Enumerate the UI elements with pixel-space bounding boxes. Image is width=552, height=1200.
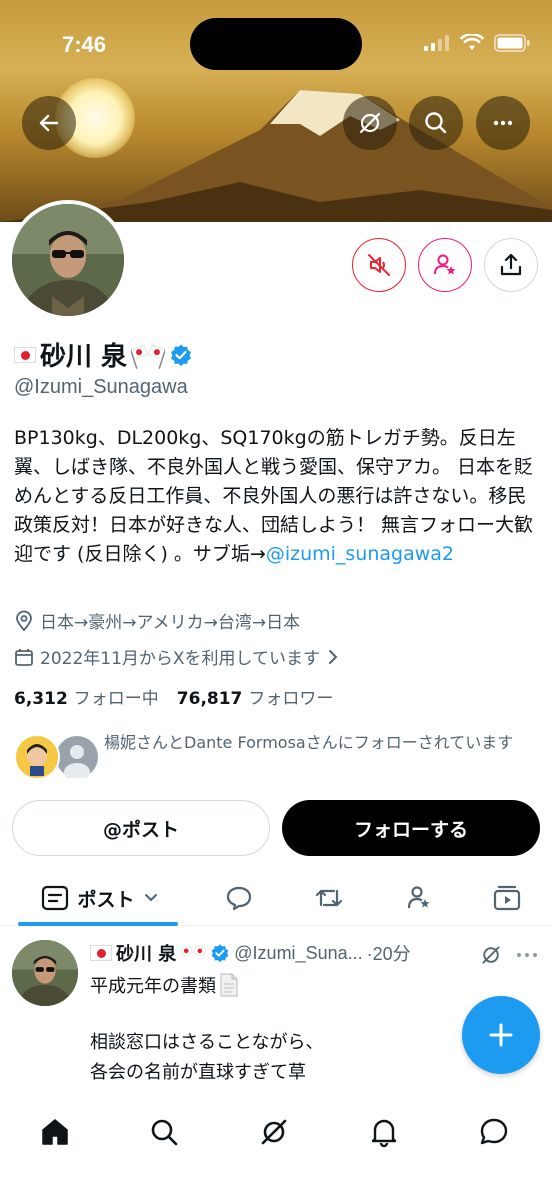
tab-reposts[interactable] xyxy=(304,878,354,918)
battery-icon xyxy=(494,34,530,52)
tab-posts-label: ポスト xyxy=(77,888,135,911)
post-line-2: 相談窓口はさることながら、 xyxy=(90,1032,324,1053)
profile-location: 日本→豪州→アメリカ→台湾→日本 xyxy=(14,608,300,633)
tab-replies[interactable] xyxy=(214,878,264,918)
messages-icon xyxy=(480,1118,508,1145)
profile-tabs: ポスト xyxy=(0,868,552,926)
following-count: 6,312 xyxy=(14,689,68,709)
search-button[interactable] xyxy=(409,96,463,150)
post-japan-flag-icon xyxy=(90,945,112,961)
followers-label: フォロワー xyxy=(248,689,334,709)
followers-link[interactable]: 76,817 フォロワー xyxy=(177,684,334,709)
verified-icon[interactable] xyxy=(169,343,193,367)
reply-icon xyxy=(226,886,252,911)
post-line-1-text: 平成元年の書類 xyxy=(90,976,216,997)
status-icons xyxy=(424,34,530,52)
post-avatar-image xyxy=(12,940,78,1006)
post-avatar[interactable] xyxy=(12,940,78,1006)
nav-notifications[interactable] xyxy=(354,1102,414,1162)
joined-text: 2022年11月からXを利用しています xyxy=(40,649,321,669)
back-button[interactable] xyxy=(22,96,76,150)
post-line-1: 平成元年の書類 xyxy=(90,972,240,998)
nav-grok[interactable] xyxy=(244,1102,304,1162)
default-user-icon xyxy=(64,745,90,781)
post-line-3: 各会の名前が直球すぎて草 xyxy=(90,1062,306,1083)
post-header: 砂川 泉 @Izumi_Suna... ·20分 xyxy=(90,940,411,966)
unmute-button[interactable] xyxy=(352,238,406,292)
explore-icon xyxy=(151,1119,178,1146)
follow-button[interactable]: フォローする xyxy=(282,800,540,856)
cartoon-avatar-icon xyxy=(27,744,47,776)
post-time: ·20分 xyxy=(366,944,411,964)
followers-count: 76,817 xyxy=(176,689,243,709)
post-author-name[interactable]: 砂川 泉 xyxy=(116,940,176,966)
calendar-icon xyxy=(15,648,33,666)
notifications-toggle-button[interactable] xyxy=(418,238,472,292)
active-tab-indicator xyxy=(18,922,178,926)
wifi-icon xyxy=(460,34,484,50)
grok-button[interactable] xyxy=(343,96,397,150)
more-icon xyxy=(493,120,513,126)
share-icon xyxy=(500,253,522,276)
profile-name: 砂川 泉 xyxy=(40,342,128,372)
follow-counts: 6,312 フォロー中 76,817 フォロワー xyxy=(14,684,333,709)
document-icon xyxy=(220,973,238,997)
profile-avatar[interactable] xyxy=(8,200,128,320)
profile-name-row: 砂川 泉 xyxy=(14,336,193,373)
notifications-icon xyxy=(371,1119,397,1148)
post-item[interactable]: 砂川 泉 @Izumi_Suna... ·20分 平成元年の書類 相談窓口はさる… xyxy=(0,928,552,1088)
profile-joined[interactable]: 2022年11月からXを利用しています xyxy=(14,644,340,669)
chevron-down-icon xyxy=(144,894,157,902)
post-more-icon[interactable] xyxy=(514,944,540,966)
posts-icon xyxy=(42,885,69,911)
grok-nav-icon xyxy=(261,1119,287,1145)
mutual-followers-text: 楊妮さんとDante Formosaさんにフォローされています xyxy=(104,733,514,752)
post-japan-flags-icon xyxy=(180,945,207,957)
muted-icon xyxy=(368,254,390,276)
share-button[interactable] xyxy=(484,238,538,292)
nav-messages[interactable] xyxy=(464,1102,524,1162)
location-text: 日本→豪州→アメリカ→台湾→日本 xyxy=(40,613,301,633)
highlights-icon xyxy=(407,886,430,909)
profile-handle: @Izumi_Sunagawa xyxy=(14,376,188,398)
compose-button[interactable] xyxy=(462,996,540,1074)
avatar-image xyxy=(12,204,124,316)
mutual-avatar-2 xyxy=(54,734,100,781)
nav-explore[interactable] xyxy=(134,1102,194,1162)
dynamic-island xyxy=(190,18,362,70)
chevron-right-icon xyxy=(329,649,338,664)
tab-posts[interactable]: ポスト xyxy=(30,878,170,918)
japan-flag-icon xyxy=(14,346,36,363)
tab-highlights[interactable] xyxy=(394,878,444,918)
search-icon xyxy=(425,112,447,134)
tab-media[interactable] xyxy=(482,878,532,918)
post-author-handle: @Izumi_Suna... xyxy=(234,942,363,963)
more-button[interactable] xyxy=(476,96,530,150)
back-arrow-icon xyxy=(39,114,59,132)
signal-icon xyxy=(424,35,449,51)
compose-icon xyxy=(489,1023,513,1047)
nav-home[interactable] xyxy=(25,1102,85,1162)
following-label: フォロー中 xyxy=(73,689,159,709)
following-link[interactable]: 6,312 フォロー中 xyxy=(14,684,159,709)
repost-icon xyxy=(315,889,343,907)
post-grok-icon[interactable] xyxy=(480,944,502,966)
grok-icon xyxy=(359,112,381,134)
bio-sub-account-link[interactable]: @izumi_sunagawa2 xyxy=(266,543,454,565)
mention-post-button[interactable]: @ポスト xyxy=(12,800,270,856)
location-icon xyxy=(16,610,32,631)
notify-user-icon xyxy=(434,254,456,275)
profile-bio: BP130kg、DL200kg、SQ170kgの筋トレガチ勢。反日左翼、しばき隊… xyxy=(14,424,544,569)
post-verified-icon xyxy=(211,944,229,963)
media-icon xyxy=(493,885,521,911)
japan-flags-crossed-icon xyxy=(131,344,166,369)
status-time: 7:46 xyxy=(62,32,107,57)
bottom-navigation xyxy=(0,1088,552,1200)
home-icon xyxy=(42,1119,68,1145)
mutual-avatar-1 xyxy=(14,734,60,780)
